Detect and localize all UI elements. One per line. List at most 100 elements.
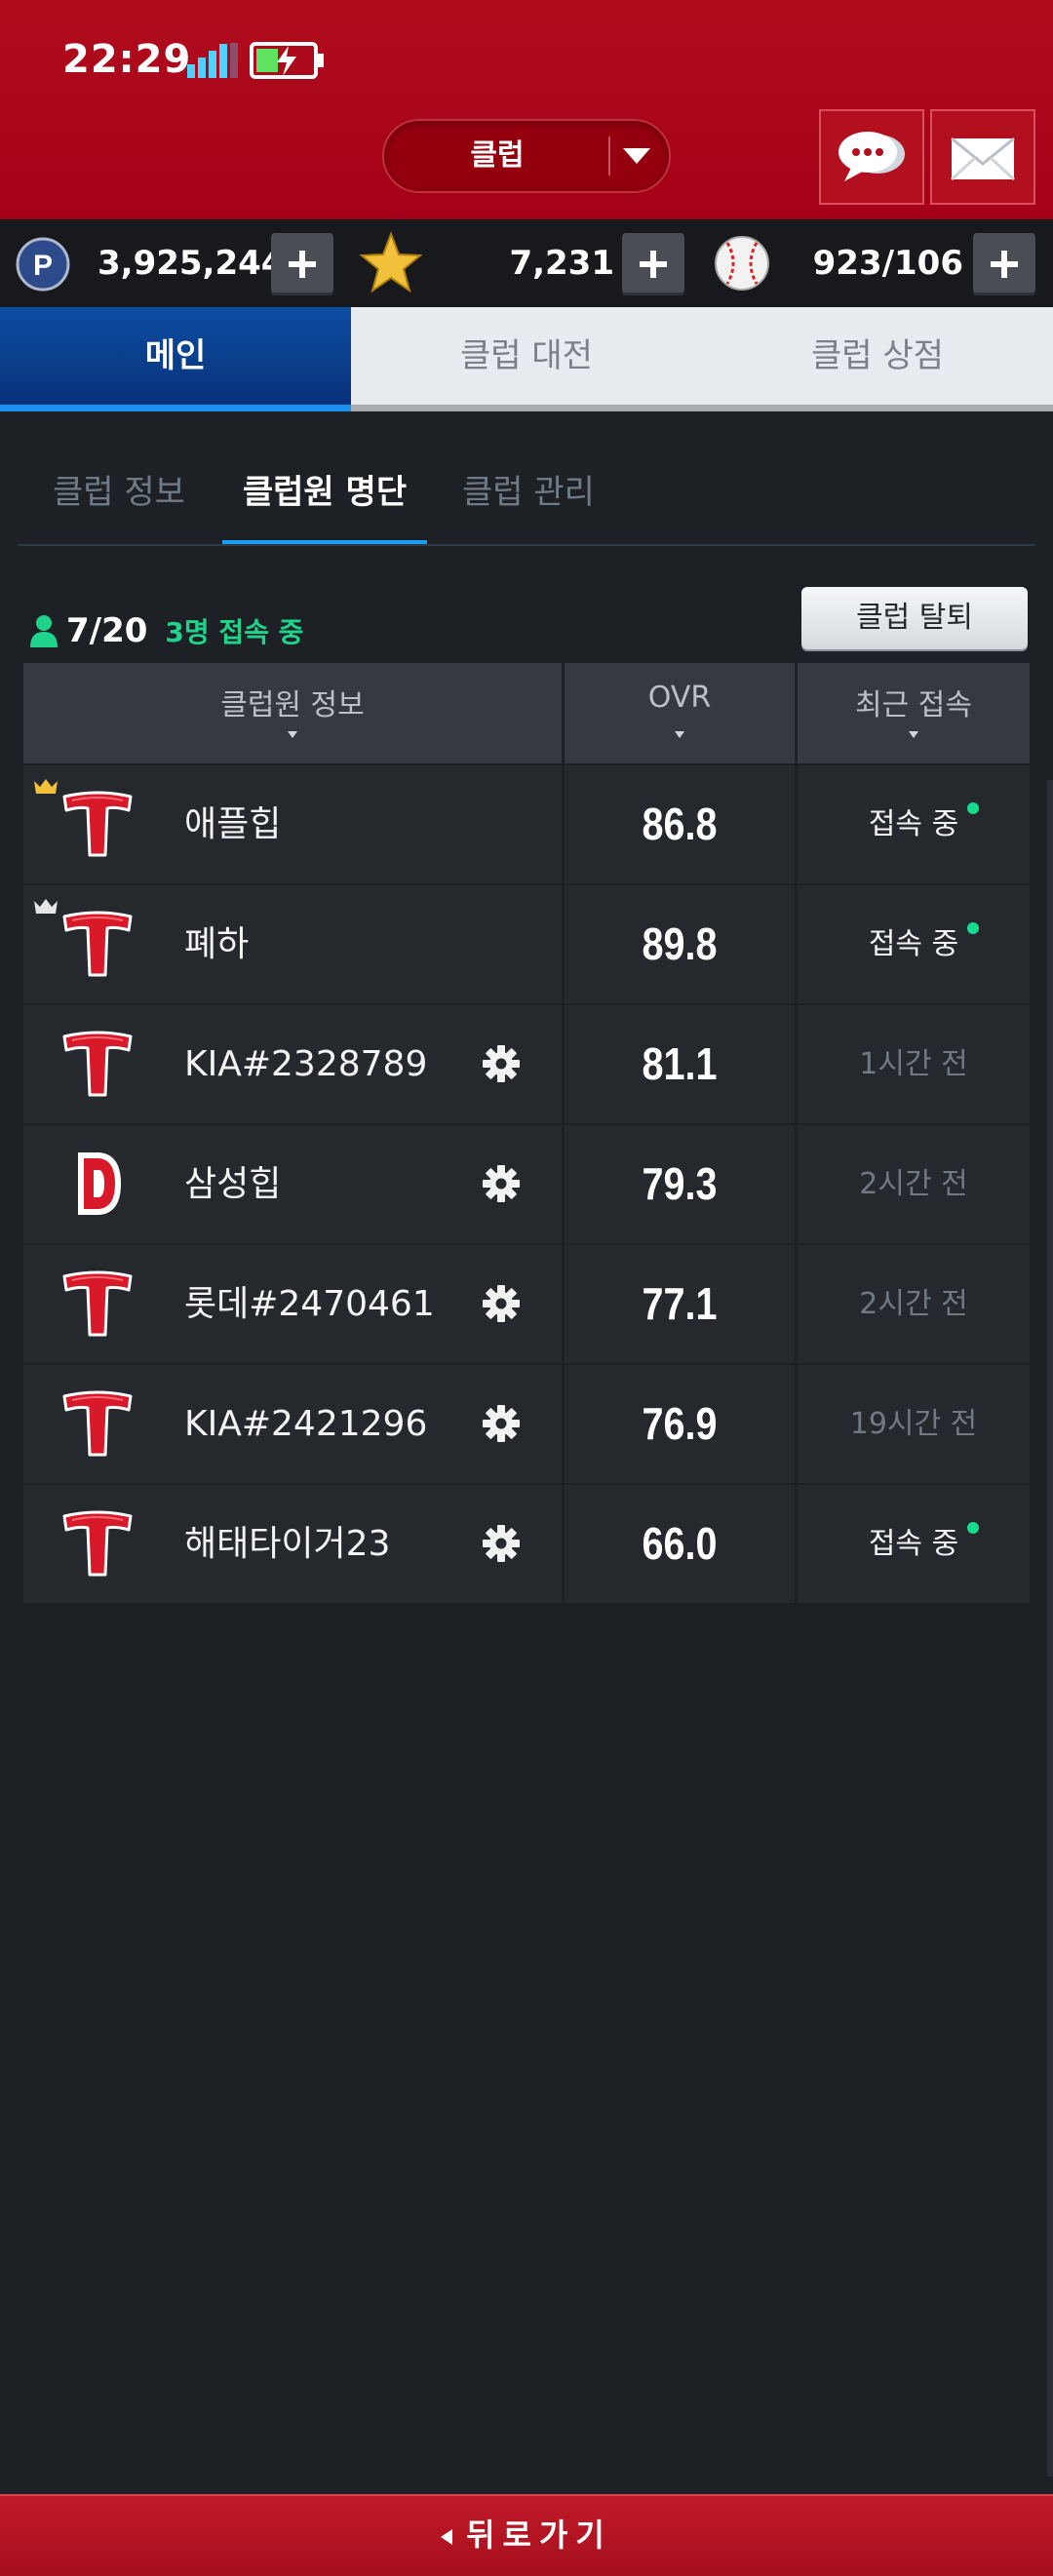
online-dot-icon (967, 922, 979, 934)
member-last-access: 접속 중 (868, 1527, 959, 1561)
back-button[interactable]: 뒤로가기 (0, 2494, 1053, 2576)
subtab-member-list[interactable]: 클럽원 명단 (222, 453, 427, 546)
header-ovr-label: OVR (647, 681, 712, 715)
ovr-cell: 76.9 (565, 1365, 795, 1483)
add-balls-button[interactable] (973, 233, 1035, 295)
header-member-info[interactable]: 클럽원 정보 (23, 663, 562, 763)
svg-text:P: P (33, 250, 53, 282)
top-header: 22:29 클럽 (0, 0, 1053, 219)
sort-arrow-icon (675, 731, 684, 738)
online-dot-icon (967, 1522, 979, 1534)
member-info-cell[interactable]: 삼성힙 (23, 1125, 562, 1243)
last-access-cell: 접속 중 (798, 1485, 1030, 1603)
currency-bar: P 3,925,244 7,231 923/106 (0, 219, 1053, 307)
chevron-down-icon (623, 148, 650, 164)
online-dot-icon (967, 802, 979, 814)
table-row[interactable]: KIA#2421296 76.9 19시간 전 (23, 1363, 1030, 1483)
envelope-icon (950, 137, 1016, 181)
ovr-cell: 86.8 (565, 765, 795, 883)
team-logo-icon (62, 1270, 133, 1337)
subtab-divider (18, 544, 1035, 546)
member-name: KIA#2421296 (184, 1404, 428, 1444)
main-tabs: 메인 클럽 대전 클럽 상점 (0, 307, 1053, 411)
last-access-cell: 2시간 전 (798, 1125, 1030, 1243)
stars-value: 7,231 (509, 244, 614, 283)
member-ovr: 81.1 (642, 1038, 718, 1089)
member-last-access: 2시간 전 (859, 1287, 968, 1321)
member-ovr: 86.8 (642, 799, 718, 849)
table-row[interactable]: 해태타이거23 66.0 접속 중 (23, 1483, 1030, 1603)
add-points-button[interactable] (271, 233, 333, 295)
team-logo-icon (62, 791, 133, 857)
table-row[interactable]: 폐하 89.8 접속 중 (23, 883, 1030, 1003)
mail-button[interactable] (930, 109, 1035, 205)
member-info-cell[interactable]: KIA#2328789 (23, 1005, 562, 1123)
last-access-cell: 접속 중 (798, 765, 1030, 883)
header-ovr[interactable]: OVR (565, 663, 795, 763)
tab-club-shop[interactable]: 클럽 상점 (702, 307, 1053, 405)
table-row[interactable]: KIA#2328789 81.1 1시간 전 (23, 1003, 1030, 1123)
baseball-icon (715, 236, 769, 291)
star-icon (359, 231, 423, 293)
battery-charging-icon (250, 42, 324, 79)
sort-arrow-icon (288, 731, 297, 738)
balls-value: 923/106 (812, 244, 963, 283)
gear-icon (483, 1525, 520, 1562)
subtab-club-manage[interactable]: 클럽 관리 (450, 453, 606, 546)
member-name: 폐하 (184, 924, 250, 964)
member-ovr: 66.0 (642, 1518, 718, 1569)
table-body: 애플힙 86.8 접속 중 폐하 89.8 접속 중 KIA#2328789 81.1 1시간 … (23, 763, 1030, 1603)
club-dropdown[interactable]: 클럽 (382, 119, 671, 193)
table-row[interactable]: 롯데#2470461 77.1 2시간 전 (23, 1243, 1030, 1363)
tab-main[interactable]: 메인 (0, 307, 351, 411)
last-access-cell: 2시간 전 (798, 1245, 1030, 1363)
member-info-cell[interactable]: 폐하 (23, 885, 562, 1003)
status-time: 22:29 (62, 37, 192, 82)
member-count: 7/20 (66, 611, 148, 650)
back-button-content: 뒤로가기 (0, 2496, 1053, 2574)
point-coin-icon: P (16, 237, 70, 292)
back-label: 뒤로가기 (466, 2517, 612, 2554)
member-ovr: 77.1 (642, 1278, 718, 1329)
member-info-cell[interactable]: 해태타이거23 (23, 1485, 562, 1603)
chat-button[interactable] (819, 109, 924, 205)
crown-icon (34, 899, 58, 914)
member-summary: 7/20 3명 접속 중 (29, 605, 303, 657)
back-arrow-icon (441, 2529, 453, 2545)
header-last-access[interactable]: 최근 접속 (798, 663, 1030, 763)
last-access-cell: 1시간 전 (798, 1005, 1030, 1123)
member-last-access: 2시간 전 (859, 1167, 968, 1201)
table-row[interactable]: 삼성힙 79.3 2시간 전 (23, 1123, 1030, 1243)
member-info-cell[interactable]: 롯데#2470461 (23, 1245, 562, 1363)
gear-icon (483, 1285, 520, 1322)
gear-icon (483, 1405, 520, 1442)
member-info-cell[interactable]: 애플힙 (23, 765, 562, 883)
team-logo-icon (78, 1152, 121, 1215)
member-last-access: 접속 중 (868, 807, 959, 841)
scrollbar[interactable] (1047, 780, 1053, 2477)
last-access-cell: 접속 중 (798, 885, 1030, 1003)
table-row[interactable]: 애플힙 86.8 접속 중 (23, 763, 1030, 883)
add-stars-button[interactable] (622, 233, 684, 295)
table-header: 클럽원 정보 OVR 최근 접속 (23, 663, 1030, 763)
member-info-cell[interactable]: KIA#2421296 (23, 1365, 562, 1483)
member-name: 해태타이거23 (184, 1524, 391, 1564)
ovr-cell: 89.8 (565, 885, 795, 1003)
member-ovr: 79.3 (642, 1158, 718, 1209)
team-logo-icon (62, 1390, 133, 1457)
member-last-access: 접속 중 (868, 927, 959, 961)
last-access-cell: 19시간 전 (798, 1365, 1030, 1483)
ovr-cell: 66.0 (565, 1485, 795, 1603)
member-last-access: 19시간 전 (849, 1407, 978, 1441)
subtab-club-info[interactable]: 클럽 정보 (41, 453, 197, 546)
points-value: 3,925,244 (98, 244, 285, 283)
leave-club-button[interactable]: 클럽 탈퇴 (801, 587, 1028, 649)
signal-icon (187, 43, 238, 78)
member-name: KIA#2328789 (184, 1044, 428, 1084)
tab-club-battle[interactable]: 클럽 대전 (351, 307, 702, 405)
gear-icon (483, 1045, 520, 1082)
member-last-access: 1시간 전 (859, 1047, 968, 1081)
member-name: 삼성힙 (184, 1164, 282, 1204)
member-name: 롯데#2470461 (184, 1284, 435, 1324)
online-count: 3명 접속 중 (165, 616, 304, 648)
